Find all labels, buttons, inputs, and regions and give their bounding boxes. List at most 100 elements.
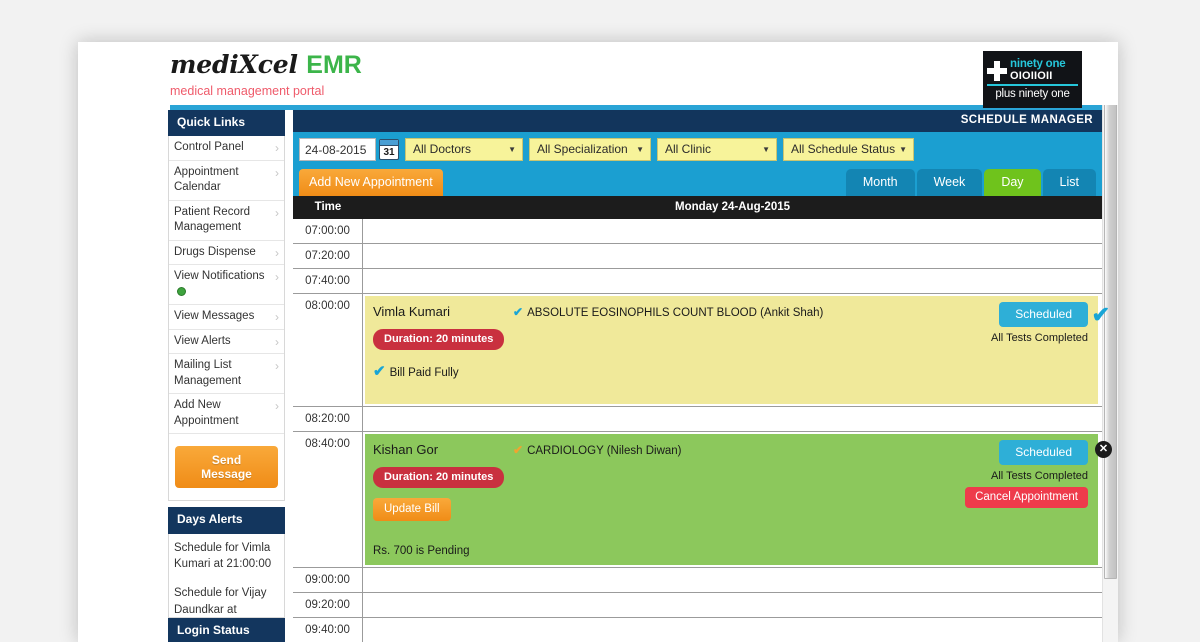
update-bill-container: Update Bill [373,488,523,521]
slot-event-cell[interactable] [363,593,1102,617]
days-alerts-list: Schedule for Vimla Kumari at 21:00:00 Sc… [168,533,285,618]
sidebar-item-label: View Notifications [174,270,265,283]
appointment-left-column: Duration: 20 minutes Update Bill Rs. 700… [373,457,523,557]
sidebar-item-add-new-appointment[interactable]: Add New Appointment › [169,394,284,435]
calendar-slot-row: 09:00:00 [293,568,1102,593]
action-toolbar: Add New Appointment Month Week Day List [293,168,1102,196]
slot-event-cell[interactable]: Vimla Kumari ✔ ABSOLUTE EOSINOPHILS COUNT… [363,294,1110,406]
sidebar-item-drugs-dispense[interactable]: Drugs Dispense › [169,241,284,266]
clinic-select[interactable]: All Clinic [657,138,777,161]
check-icon: ✔ [1091,302,1110,327]
chevron-right-icon: › [275,359,279,374]
slot-event-cell[interactable] [363,407,1102,431]
slot-event-cell[interactable] [363,244,1102,268]
appointment-card[interactable]: Vimla Kumari ✔ ABSOLUTE EOSINOPHILS COUNT… [365,296,1110,404]
slot-event-cell[interactable] [363,269,1102,293]
slot-event-cell[interactable] [363,219,1102,243]
add-new-appointment-button[interactable]: Add New Appointment [299,169,443,196]
slot-time: 08:00:00 [293,294,363,406]
chevron-right-icon: › [275,310,279,325]
days-alerts-title: Days Alerts [168,507,285,534]
tab-week[interactable]: Week [916,169,983,196]
slot-time: 08:20:00 [293,407,363,431]
quick-links-title: Quick Links [168,110,285,137]
partner-logo-row: ninety one OIOIIOII [987,58,1078,82]
cancel-appointment-button[interactable]: Cancel Appointment [965,487,1088,508]
sidebar-item-view-notifications[interactable]: View Notifications › [169,265,284,306]
service-text: CARDIOLOGY (Nilesh Diwan) [527,445,682,457]
brand-name: mediXcel [170,50,298,79]
close-circle-icon[interactable]: ✕ [1095,441,1112,458]
page-title: SCHEDULE MANAGER [960,114,1093,126]
tab-month[interactable]: Month [845,169,915,196]
slot-event-cell[interactable] [363,568,1102,592]
sidebar-item-mailing-list-management[interactable]: Mailing List Management › [169,354,284,395]
sidebar: Quick Links Control Panel › Appointment … [168,110,285,642]
sidebar-item-view-alerts[interactable]: View Alerts › [169,330,284,355]
sidebar-item-label: Add New Appointment [174,399,239,427]
chevron-right-icon: › [275,141,279,156]
appointment-card[interactable]: Kishan Gor ✔ CARDIOLOGY (Nilesh Diwan) Sc… [365,434,1112,565]
bill-status-line: ✔ Bill Paid Fully [373,362,523,380]
slot-event-cell[interactable]: Kishan Gor ✔ CARDIOLOGY (Nilesh Diwan) Sc… [363,432,1112,567]
chevron-right-icon: › [275,165,279,180]
calendar-slot-row: 08:40:00 Kishan Gor ✔ CARDIOLOGY (Nilesh … [293,432,1112,568]
sidebar-item-appointment-calendar[interactable]: Appointment Calendar › [169,161,284,201]
chevron-right-icon: › [275,245,279,260]
chevron-right-icon: › [275,399,279,414]
service-text: ABSOLUTE EOSINOPHILS COUNT BLOOD (Ankit … [527,307,824,319]
patient-name: Kishan Gor [373,442,439,457]
login-status-title: Login Status [168,617,285,642]
plus-icon [987,60,1007,81]
sidebar-item-patient-record-management[interactable]: Patient Record Management › [169,201,284,241]
tab-list[interactable]: List [1042,169,1096,196]
specialization-select[interactable]: All Specialization [529,138,651,161]
partner-logo-words: ninety one OIOIIOII [1010,58,1066,82]
schedule-status-select[interactable]: All Schedule Status [783,138,914,161]
slot-time: 09:00:00 [293,568,363,592]
application-page: mediXcel EMR medical management portal n… [78,42,1118,642]
slot-time: 07:00:00 [293,219,363,243]
status-badge[interactable]: Scheduled [999,302,1088,327]
sidebar-item-view-messages[interactable]: View Messages › [169,305,284,330]
brand-accent: EMR [306,51,362,79]
chevron-right-icon: › [275,270,279,285]
sidebar-item-label: Mailing List Management [174,359,242,387]
tab-day[interactable]: Day [984,169,1041,196]
page-body: Quick Links Control Panel › Appointment … [78,110,1112,642]
page-title-bar: SCHEDULE MANAGER [293,110,1102,132]
patient-name: Vimla Kumari [373,304,451,319]
tests-note: All Tests Completed [990,332,1088,344]
calendar-slot-row: 09:40:00 [293,618,1102,642]
date-input[interactable] [299,138,376,161]
calendar-slot-row: 08:20:00 [293,407,1102,432]
sidebar-item-label: Patient Record Management [174,205,251,234]
chevron-right-icon: › [275,205,279,220]
appointment-status-group: Scheduled All Tests Completed ✔ [920,302,1110,344]
duration-badge: Duration: 20 minutes [373,467,505,488]
update-bill-button[interactable]: Update Bill [373,498,451,521]
brand-header: mediXcel EMR medical management portal n… [78,42,1118,108]
doctors-select[interactable]: All Doctors [405,138,523,161]
page-scrollbar[interactable] [1102,42,1118,642]
date-picker-group: 31 [299,138,399,161]
sidebar-item-label: Appointment Calendar [174,165,239,194]
column-header-day: Monday 24-Aug-2015 [674,201,791,213]
status-badge[interactable]: Scheduled [999,440,1088,465]
check-icon: ✔ [513,305,524,319]
calendar-slot-row: 09:20:00 [293,593,1102,618]
partner-logo-line2: OIOIIOII [1010,69,1053,82]
calendar-icon[interactable]: 31 [379,139,399,160]
chevron-right-icon: › [275,334,279,349]
sidebar-item-label: View Messages [174,310,255,323]
appointment-left-column: Duration: 20 minutes ✔ Bill Paid Fully [373,319,523,380]
column-header-time: Time [314,201,342,213]
sidebar-item-control-panel[interactable]: Control Panel › [169,136,284,161]
send-message-button[interactable]: Send Message [175,446,278,489]
filter-toolbar: 31 All Doctors All Specialization All Cl… [293,132,1102,168]
calendar-slot-row: 07:20:00 [293,244,1102,269]
partner-logo-divider [987,83,1078,86]
main-content: SCHEDULE MANAGER 31 All Doctors All Spec… [293,110,1112,642]
slot-event-cell[interactable] [363,618,1102,642]
alert-item: Schedule for Vijay Daundkar at 19:20:00 [174,586,267,616]
